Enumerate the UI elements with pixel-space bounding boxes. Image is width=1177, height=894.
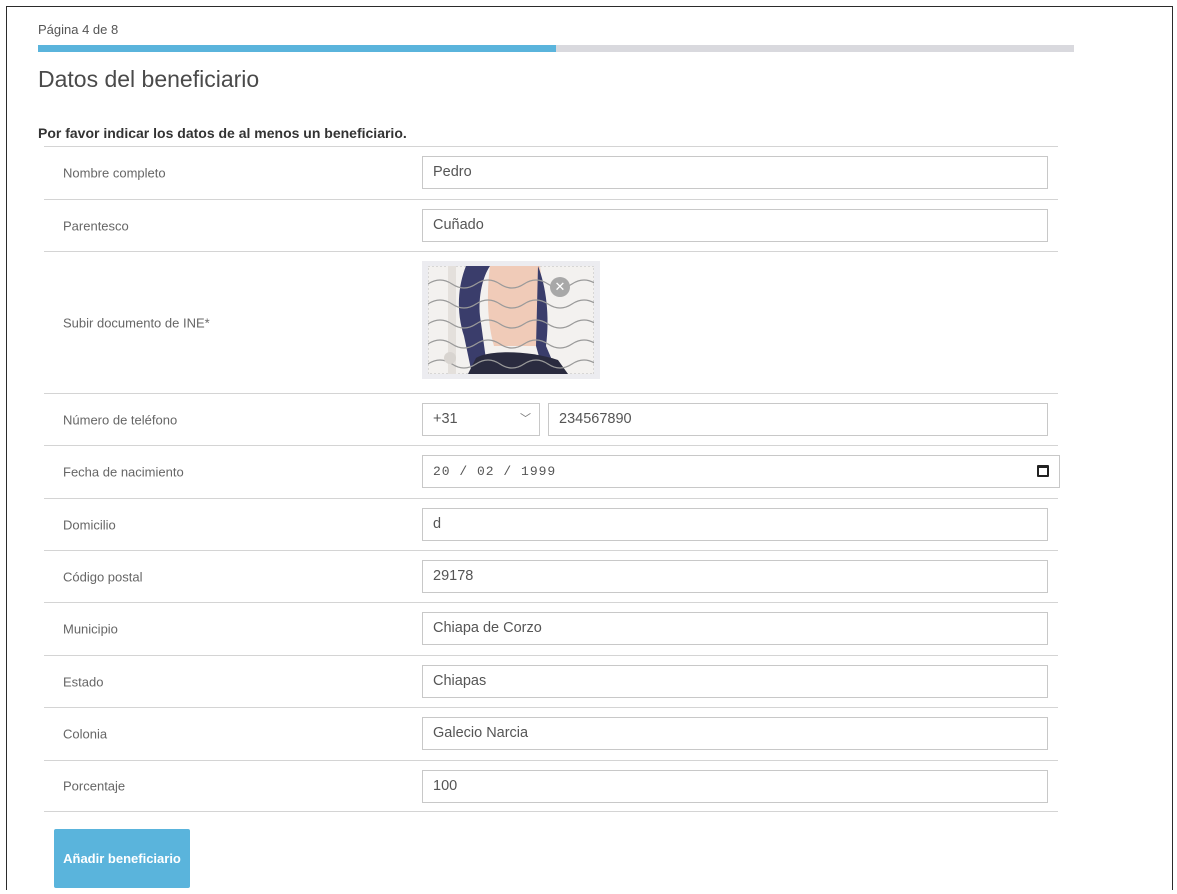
ine-label: Subir documento de INE*	[63, 315, 210, 330]
row-nombre: Nombre completo Pedro	[44, 146, 1058, 199]
row-nacimiento: Fecha de nacimiento 20 / 02 / 1999	[44, 445, 1060, 498]
row-parentesco: Parentesco Cuñado	[44, 199, 1058, 251]
telefono-label: Número de teléfono	[63, 412, 178, 427]
row-telefono: Número de teléfono +31 ﹀ 234567890	[44, 393, 1058, 445]
domicilio-label: Domicilio	[63, 517, 116, 532]
row-ine: Subir documento de INE* ✕	[44, 251, 1058, 393]
row-municipio: Municipio Chiapa de Corzo	[44, 602, 1058, 655]
codigo-postal-input[interactable]: 29178	[422, 560, 1048, 593]
country-code-value: +31	[433, 411, 458, 427]
calendar-icon[interactable]	[1037, 465, 1049, 477]
municipio-label: Municipio	[63, 621, 118, 637]
instruction-text: Por favor indicar los datos de al menos …	[38, 125, 407, 141]
ine-document-thumbnail[interactable]: ✕	[422, 261, 600, 379]
row-domicilio: Domicilio d	[44, 498, 1058, 550]
row-codigo-postal: Código postal 29178	[44, 550, 1058, 602]
nombre-label: Nombre completo	[63, 165, 166, 181]
codigo-postal-label: Código postal	[63, 569, 143, 584]
porcentaje-label: Porcentaje	[63, 778, 126, 794]
estado-label: Estado	[63, 674, 104, 689]
progress-bar	[38, 45, 1074, 52]
birthdate-input[interactable]: 20 / 02 / 1999	[422, 455, 1060, 488]
row-porcentaje: Porcentaje 100	[44, 760, 1058, 812]
nacimiento-label: Fecha de nacimiento	[63, 464, 184, 480]
add-beneficiary-button[interactable]: Añadir beneficiario	[54, 829, 190, 888]
close-icon[interactable]: ✕	[550, 277, 570, 297]
row-estado: Estado Chiapas	[44, 655, 1058, 707]
colonia-label: Colonia	[63, 726, 108, 742]
domicilio-input[interactable]: d	[422, 508, 1048, 541]
municipio-input[interactable]: Chiapa de Corzo	[422, 612, 1048, 645]
chevron-down-icon: ﹀	[520, 413, 531, 425]
parentesco-label: Parentesco	[63, 218, 129, 233]
birthdate-value: 20 / 02 / 1999	[433, 464, 557, 479]
row-colonia: Colonia Galecio Narcia	[44, 707, 1058, 760]
beneficiary-form: Nombre completo Pedro Parentesco Cuñado …	[44, 146, 1060, 812]
colonia-input[interactable]: Galecio Narcia	[422, 717, 1048, 750]
section-title: Datos del beneficiario	[38, 66, 260, 92]
porcentaje-input[interactable]: 100	[422, 770, 1048, 803]
progress-bar-fill	[38, 45, 556, 52]
parentesco-input[interactable]: Cuñado	[422, 209, 1048, 242]
estado-input[interactable]: Chiapas	[422, 665, 1048, 698]
page-indicator: Página 4 de 8	[38, 22, 119, 37]
nombre-input[interactable]: Pedro	[422, 156, 1048, 189]
phone-input[interactable]: 234567890	[548, 403, 1048, 436]
country-code-select[interactable]: +31 ﹀	[422, 403, 540, 436]
